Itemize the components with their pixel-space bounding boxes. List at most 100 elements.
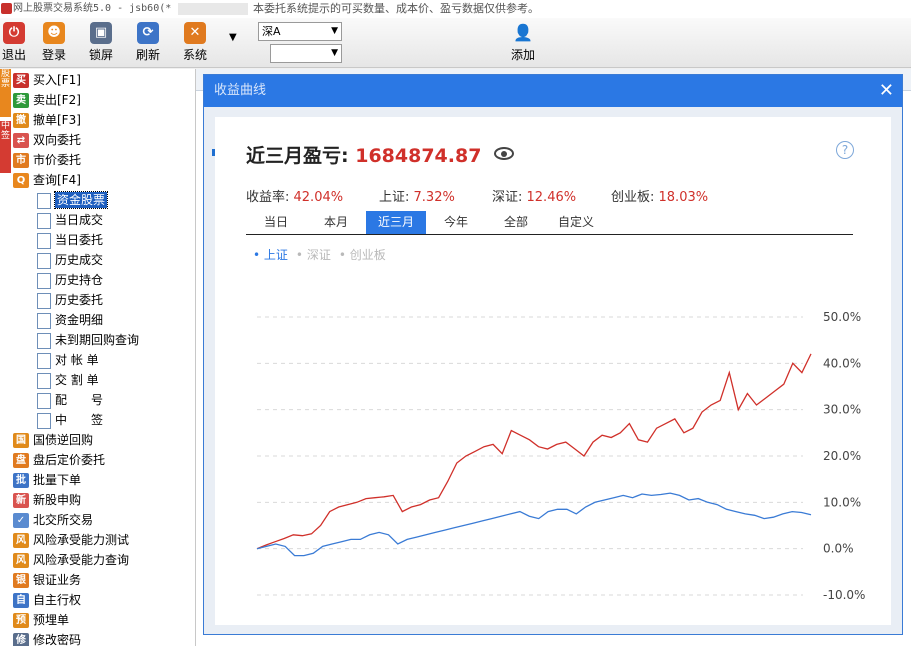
tree-item-7[interactable]: 当日成交: [37, 210, 103, 230]
sidebar-item-22[interactable]: ✓ 北交所交易: [13, 510, 93, 530]
sidebar-item-18[interactable]: 国国债逆回购: [13, 430, 93, 450]
tree-item-14[interactable]: 对 帐 单: [37, 350, 99, 370]
sidebar-item-24[interactable]: 风风险承受能力查询: [13, 550, 129, 570]
toolbar: ⏻ 退出 ☻ 登录 ▣ 锁屏 ⟳ 刷新 ✕ 系统 ▼ 深A ▼ ▼ 👤 添加: [0, 18, 911, 68]
sidebar-item-label: 银证业务: [33, 573, 82, 587]
tree-item-10[interactable]: 历史持仓: [37, 270, 103, 290]
document-icon: [37, 312, 51, 329]
bse-icon: ✓: [13, 513, 29, 528]
refresh-button[interactable]: ⟳ 刷新: [128, 22, 168, 66]
document-icon: [37, 252, 51, 269]
sidebar-item-19[interactable]: 盘盘后定价委托: [13, 450, 105, 470]
sidebar-item-23[interactable]: 风风险承受能力测试: [13, 530, 129, 550]
tree-item-11[interactable]: 历史委托: [37, 290, 103, 310]
lock-button-label: 锁屏: [88, 48, 113, 62]
user-icon: ☻: [43, 22, 65, 44]
vtab-lottery[interactable]: 中签: [0, 121, 11, 173]
legend-label: 上证: [263, 248, 288, 262]
sidebar-item-label: 自主行权: [33, 593, 82, 607]
legend-item-2[interactable]: • 创业板: [339, 248, 386, 262]
y-tick-label: 40.0%: [823, 356, 861, 370]
masked-account: [178, 3, 248, 15]
refresh-icon: ⟳: [137, 22, 159, 44]
sidebar-item-20[interactable]: 批批量下单: [13, 470, 81, 490]
sidebar-item-label: 市价委托: [33, 153, 82, 167]
risk-query-icon: 风: [13, 553, 29, 568]
stat-0: 收益率: 42.04%: [246, 186, 343, 205]
y-tick-label: 50.0%: [823, 310, 861, 324]
legend-item-1[interactable]: • 深证: [296, 248, 331, 262]
user-button[interactable]: ☻ 登录: [34, 22, 74, 66]
sidebar-item-label: 新股申购: [33, 493, 82, 507]
tree-item-15[interactable]: 交 割 单: [37, 370, 99, 390]
sidebar-item-2[interactable]: 撤撤单[F3]: [13, 110, 81, 130]
stat-1: 上证: 7.32%: [379, 186, 455, 205]
sidebar-item-label: 北交所交易: [33, 513, 94, 527]
eye-icon[interactable]: [494, 147, 514, 160]
batch-order-icon: 批: [13, 473, 29, 488]
sidebar-item-28[interactable]: 修修改密码: [13, 630, 81, 646]
sidebar-item-4[interactable]: 市市价委托: [13, 150, 81, 170]
sidebar-item-3[interactable]: ⇄ 双向委托: [13, 130, 81, 150]
ipo-icon: 新: [13, 493, 29, 508]
tree-item-9[interactable]: 历史成交: [37, 250, 103, 270]
y-tick-label: 10.0%: [823, 495, 861, 509]
lock-button[interactable]: ▣ 锁屏: [81, 22, 121, 66]
market-order-icon: 市: [13, 153, 29, 168]
pnl-heading: 近三月盈亏: 1684874.87: [246, 141, 481, 168]
query-icon: Q: [13, 173, 29, 188]
legend-item-0[interactable]: • 上证: [253, 248, 288, 262]
stat-value: 18.03%: [658, 190, 709, 205]
sidebar-item-27[interactable]: 预预埋单: [13, 610, 69, 630]
add-button[interactable]: 👤 添加: [503, 22, 543, 66]
close-icon[interactable]: ✕: [879, 75, 894, 107]
market-select[interactable]: 深A ▼: [258, 22, 342, 41]
sidebar-item-21[interactable]: 新新股申购: [13, 490, 81, 510]
help-icon[interactable]: ?: [836, 141, 854, 159]
document-icon: [37, 272, 51, 289]
tab-period-5[interactable]: 自定义: [546, 211, 606, 234]
tab-period-4[interactable]: 全部: [486, 211, 546, 234]
tree-item-8[interactable]: 当日委托: [37, 230, 103, 250]
document-icon: [37, 412, 51, 429]
series-line-0: [256, 353, 812, 550]
document-icon: [37, 212, 51, 229]
pnl-label: 近三月盈亏:: [246, 145, 356, 167]
profit-card: 近三月盈亏: 1684874.87 ? 收益率: 42.04% 上证: 7.32%…: [215, 117, 891, 625]
toolbar-dropdown-icon[interactable]: ▼: [229, 32, 237, 43]
sidebar-item-label: 风险承受能力查询: [33, 553, 130, 567]
tab-period-1[interactable]: 本月: [306, 211, 366, 234]
legend-dot: •: [338, 248, 350, 262]
tree-item-17[interactable]: 中 签: [37, 410, 103, 430]
sidebar-item-26[interactable]: 自自主行权: [13, 590, 81, 610]
vtab-stock[interactable]: 股票: [0, 69, 11, 117]
legend-dot: •: [295, 248, 307, 262]
after-hours-icon: 盘: [13, 453, 29, 468]
tools-button-label: 系统: [182, 48, 207, 62]
market-select-value: 深A: [262, 25, 281, 38]
sidebar-item-0[interactable]: 买买入[F1]: [13, 70, 81, 90]
sidebar-item-label: 对 帐 单: [55, 353, 99, 367]
sidebar-item-25[interactable]: 银银证业务: [13, 570, 81, 590]
tree-item-16[interactable]: 配 号: [37, 390, 103, 410]
sidebar-item-5[interactable]: Q 查询[F4]: [13, 170, 81, 190]
tree-item-12[interactable]: 资金明细: [37, 310, 103, 330]
sidebar-item-label: 资金明细: [55, 313, 104, 327]
document-icon: [37, 232, 51, 249]
power-button-label: 退出: [1, 48, 26, 62]
tree-item-6[interactable]: 资金股票: [37, 190, 109, 210]
function-tree: 股票 中签 买买入[F1] 卖卖出[F2] 撤撤单[F3] ⇄ 双向委托市市价委托 Q 查询…: [0, 69, 196, 646]
secondary-select[interactable]: ▼: [270, 44, 342, 63]
tree-item-13[interactable]: 未到期回购查询: [37, 330, 139, 350]
stat-value: 42.04%: [293, 190, 344, 205]
tools-button[interactable]: ✕ 系统: [175, 22, 215, 66]
tab-period-2[interactable]: 近三月: [366, 211, 426, 234]
sell-icon: 卖: [13, 93, 29, 108]
tab-period-3[interactable]: 今年: [426, 211, 486, 234]
sidebar-item-label: 资金股票: [53, 191, 109, 209]
document-icon: [37, 392, 51, 409]
power-button[interactable]: ⏻ 退出: [0, 22, 34, 66]
sidebar-item-1[interactable]: 卖卖出[F2]: [13, 90, 81, 110]
sidebar-item-label: 未到期回购查询: [55, 333, 140, 347]
tab-period-0[interactable]: 当日: [246, 211, 306, 234]
